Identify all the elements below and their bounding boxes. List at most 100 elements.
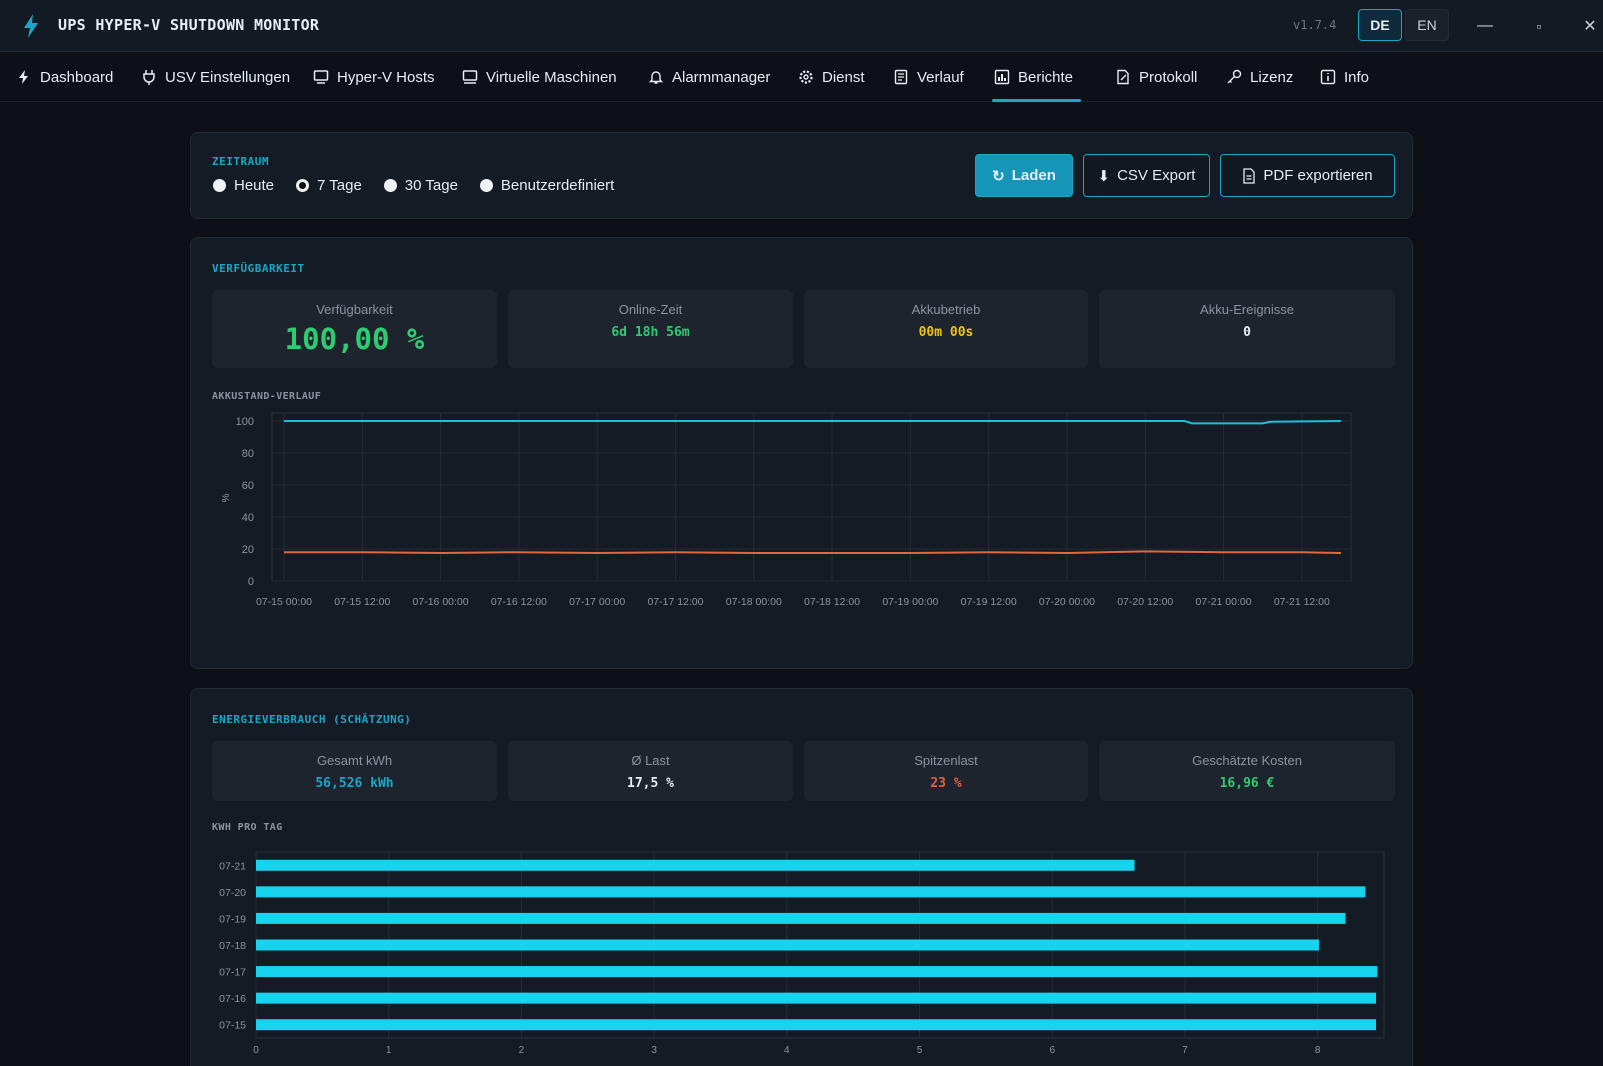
radio-today[interactable]: Heute — [213, 177, 274, 194]
stat-label: Verfügbarkeit — [316, 302, 393, 317]
x-tick-label: 2 — [519, 1045, 525, 1056]
x-tick-label: 07-20 12:00 — [1117, 596, 1173, 608]
energy-card: ENERGIEVERBRAUCH (SCHÄTZUNG) Gesamt kWh … — [190, 688, 1413, 1066]
battery-level-chart: 0 20 40 60 80 100 07-15 00:00 07-15 12:00 07-16 … — [221, 412, 1352, 608]
y-tick-label: 07-17 — [219, 967, 246, 979]
x-tick-label: 3 — [651, 1045, 657, 1056]
stat-peak-load: Spitzenlast 23 % — [804, 741, 1088, 801]
x-tick-label: 07-17 12:00 — [647, 596, 703, 608]
chart-icon — [994, 69, 1010, 85]
stat-value: 56,526 kWh — [315, 776, 394, 791]
main-nav: Dashboard USV Einstellungen Hyper-V Host… — [0, 52, 1603, 102]
tab-service[interactable]: Dienst — [798, 52, 865, 102]
energy-label: ENERGIEVERBRAUCH (SCHÄTZUNG) — [212, 713, 412, 726]
bell-icon — [648, 71, 664, 84]
stat-value: 100,00 % — [284, 322, 425, 356]
radio-label: Heute — [234, 177, 275, 194]
stat-battery-events: Akku-Ereignisse 0 — [1099, 290, 1395, 368]
series-line — [284, 420, 1342, 425]
radio-dot[interactable] — [479, 179, 493, 192]
lang-en-button[interactable]: EN — [1405, 9, 1449, 41]
tab-label: Hyper-V Hosts — [337, 68, 435, 86]
radio-custom[interactable]: Benutzerdefiniert — [479, 177, 614, 194]
stat-label: Gesamt kWh — [316, 753, 393, 768]
bar-07-15 — [256, 1019, 1377, 1031]
stat-avg-load: Ø Last 17,5 % — [508, 741, 793, 801]
radio-30-days[interactable]: 30 Tage — [383, 177, 458, 194]
stat-value: 0 — [1243, 325, 1251, 340]
bolt-icon — [19, 70, 28, 84]
x-tick-label: 07-15 00:00 — [256, 596, 312, 608]
tab-reports[interactable]: Berichte — [992, 52, 1082, 102]
load-button-label: Laden — [1011, 167, 1056, 184]
csv-export-button[interactable]: ⬇ CSV Export — [1083, 154, 1210, 197]
tab-label: Berichte — [1018, 68, 1074, 86]
tab-label: Alarmmanager — [672, 68, 771, 86]
x-tick-label: 4 — [784, 1045, 790, 1056]
bar-07-16 — [256, 992, 1377, 1004]
x-tick-label: 6 — [1049, 1045, 1055, 1056]
x-tick-label: 07-21 12:00 — [1274, 596, 1330, 608]
minimize-button[interactable]: — — [1470, 12, 1500, 40]
y-tick-label: 07-21 — [219, 860, 246, 872]
tab-license[interactable]: Lizenz — [1226, 52, 1293, 102]
x-tick-label: 07-19 00:00 — [882, 596, 938, 608]
period-radio-group: Heute 7 Tage 30 Tage Benutzerdefiniert — [213, 177, 636, 194]
x-tick-label: 8 — [1315, 1045, 1321, 1056]
download-icon: ⬇ — [1097, 167, 1111, 185]
stat-label: Akkubetrieb — [911, 302, 981, 317]
pdf-export-button[interactable]: PDF exportieren — [1220, 154, 1395, 197]
stat-label: Geschätzte Kosten — [1192, 753, 1302, 768]
radio-dot[interactable] — [296, 179, 310, 192]
x-tick-label: 1 — [386, 1045, 392, 1056]
tab-label: Info — [1344, 68, 1370, 86]
radio-label: 7 Tage — [317, 177, 362, 194]
maximize-button[interactable]: ▫ — [1524, 12, 1554, 40]
radio-7-days[interactable]: 7 Tage — [296, 177, 362, 194]
availability-label: VERFÜGBARKEIT — [212, 262, 305, 275]
radio-dot[interactable] — [383, 179, 397, 192]
y-tick-label: 40 — [242, 512, 254, 524]
csv-button-label: CSV Export — [1117, 167, 1196, 184]
radio-dot[interactable] — [213, 179, 226, 192]
file-edit-icon — [1117, 69, 1129, 85]
close-button[interactable]: ✕ — [1578, 12, 1602, 40]
tab-label: Dashboard — [40, 68, 114, 86]
series-line — [284, 550, 1342, 555]
bar-07-17 — [256, 966, 1378, 978]
refresh-icon: ↻ — [992, 167, 1005, 185]
stat-value: 23 % — [930, 776, 962, 791]
tab-dashboard[interactable]: Dashboard — [16, 52, 113, 102]
bar-07-19 — [256, 912, 1346, 924]
pdf-button-label: PDF exportieren — [1263, 167, 1373, 184]
tab-alarm-manager[interactable]: Alarmmanager — [648, 52, 770, 102]
y-tick-label: 20 — [242, 544, 254, 556]
y-tick-label: 0 — [248, 576, 254, 588]
tab-info[interactable]: Info — [1320, 52, 1369, 102]
period-card: ZEITRAUM Heute 7 Tage 30 Tage Benutzerde… — [190, 132, 1413, 219]
tab-virtual-machines[interactable]: Virtuelle Maschinen — [462, 52, 617, 102]
plug-icon — [143, 70, 155, 85]
stat-value: 16,96 € — [1219, 776, 1275, 791]
lang-de-button[interactable]: DE — [1358, 9, 1402, 41]
tab-hyperv-hosts[interactable]: Hyper-V Hosts — [313, 52, 435, 102]
stat-label: Spitzenlast — [914, 753, 978, 768]
kwh-chart-label: KWH PRO TAG — [212, 822, 283, 833]
bar-07-20 — [256, 886, 1366, 898]
monitor-icon — [462, 70, 478, 84]
x-tick-label: 7 — [1182, 1045, 1188, 1056]
stat-value: 17,5 % — [627, 776, 674, 791]
plot-area — [271, 412, 1352, 582]
stat-availability: Verfügbarkeit 100,00 % — [212, 290, 497, 368]
bar-07-21 — [256, 859, 1135, 871]
info-icon — [1320, 69, 1336, 85]
tab-log[interactable]: Protokoll — [1115, 52, 1197, 102]
title-bar: UPS HYPER-V SHUTDOWN MONITOR v1.7.4 DE E… — [0, 0, 1603, 52]
gear-icon — [799, 70, 813, 84]
x-tick-label: 07-19 12:00 — [961, 596, 1017, 608]
load-button[interactable]: ↻ Laden — [975, 154, 1073, 197]
y-tick-label: 07-18 — [219, 940, 246, 952]
tab-history[interactable]: Verlauf — [893, 52, 964, 102]
x-tick-label: 07-16 00:00 — [413, 596, 469, 608]
tab-usv-settings[interactable]: USV Einstellungen — [141, 52, 290, 102]
